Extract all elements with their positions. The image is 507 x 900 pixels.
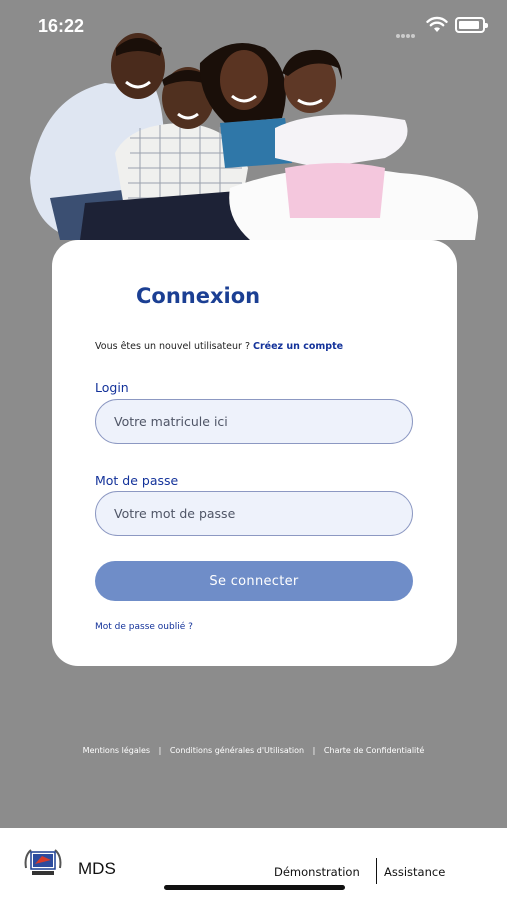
demo-link[interactable]: Démonstration (274, 865, 360, 879)
password-label: Mot de passe (95, 473, 179, 488)
legal-separator: | (158, 746, 162, 755)
logo-emblem (24, 849, 62, 875)
create-account-link[interactable]: Créez un compte (253, 341, 343, 352)
terms-link[interactable]: Conditions générales d'Utilisation (170, 746, 304, 755)
assistance-link[interactable]: Assistance (384, 865, 445, 879)
footer-divider (376, 858, 377, 884)
password-input[interactable] (95, 491, 413, 536)
privacy-link[interactable]: Charte de Confidentialité (324, 746, 424, 755)
family-photo (30, 33, 479, 240)
signup-prompt-text: Vous êtes un nouvel utilisateur ? (95, 341, 254, 352)
legal-links: Mentions légales | Conditions générales … (0, 746, 507, 755)
signup-prompt: Vous êtes un nouvel utilisateur ? Créez … (95, 341, 343, 352)
page-title: Connexion (136, 284, 261, 308)
login-input[interactable] (95, 399, 413, 444)
bottom-bar: MDS Démonstration Assistance (0, 828, 507, 900)
home-indicator[interactable] (164, 885, 345, 890)
legal-separator: | (312, 746, 316, 755)
login-button[interactable]: Se connecter (95, 561, 413, 601)
legal-mentions-link[interactable]: Mentions légales (83, 746, 150, 755)
forgot-password-link[interactable]: Mot de passe oublié ? (95, 622, 193, 632)
login-label: Login (95, 380, 129, 395)
logo-text: MDS (78, 859, 116, 878)
login-card: Connexion Vous êtes un nouvel utilisateu… (52, 240, 457, 666)
